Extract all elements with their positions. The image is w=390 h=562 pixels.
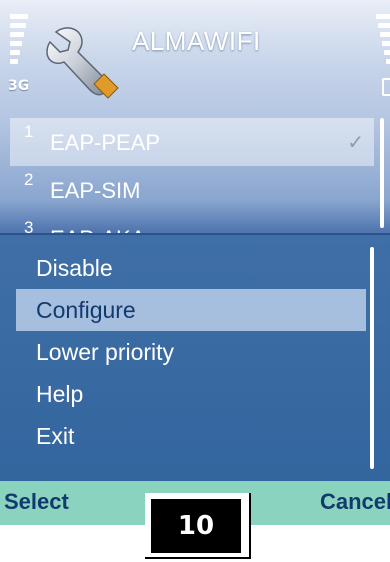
- cancel-softkey[interactable]: Cancel: [320, 489, 390, 515]
- wrench-tools-icon: [46, 27, 119, 99]
- signal-strength-icon: [10, 14, 28, 74]
- menu-scrollbar[interactable]: [370, 247, 374, 469]
- list-item-eap-sim[interactable]: 2 EAP-SIM: [10, 166, 374, 214]
- menu-item-label: Lower priority: [36, 339, 175, 365]
- list-item-index: 2: [24, 170, 34, 189]
- list-item-index: 1: [24, 122, 34, 141]
- menu-item-label: Exit: [36, 423, 75, 449]
- battery-icon: [376, 14, 390, 74]
- network-type-label: 3G: [8, 78, 30, 94]
- list-item-label: EAP-SIM: [50, 178, 141, 203]
- battery-status-icon: [382, 78, 390, 96]
- checkmark-icon: ✓: [347, 132, 364, 154]
- menu-item-lower-priority[interactable]: Lower priority: [16, 331, 366, 373]
- options-menu: Disable Configure Lower priority Help Ex…: [0, 233, 390, 483]
- list-scrollbar[interactable]: [380, 118, 384, 228]
- page-number-badge: 10: [145, 493, 251, 559]
- app-title: ALMAWIFI: [132, 26, 261, 56]
- menu-item-help[interactable]: Help: [16, 373, 366, 415]
- menu-item-label: Help: [36, 381, 84, 407]
- device-screen: 3G ALMAWIFI 1 EAP-PEAP ✓ 2 EAP-SIM 3 Dis…: [0, 0, 390, 525]
- menu-item-label: Disable: [36, 255, 113, 281]
- menu-item-disable[interactable]: Disable: [16, 247, 366, 289]
- list-item-label: EAP-PEAP: [50, 130, 161, 155]
- phone-frame: 3G ALMAWIFI 1 EAP-PEAP ✓ 2 EAP-SIM 3 Dis…: [0, 0, 390, 562]
- list-item-eap-peap[interactable]: 1 EAP-PEAP ✓: [10, 118, 374, 166]
- menu-item-label: Configure: [36, 297, 136, 323]
- page-number: 10: [151, 499, 241, 553]
- menu-item-configure[interactable]: Configure: [16, 289, 366, 331]
- select-softkey[interactable]: Select: [4, 489, 69, 515]
- menu-item-exit[interactable]: Exit: [16, 415, 366, 457]
